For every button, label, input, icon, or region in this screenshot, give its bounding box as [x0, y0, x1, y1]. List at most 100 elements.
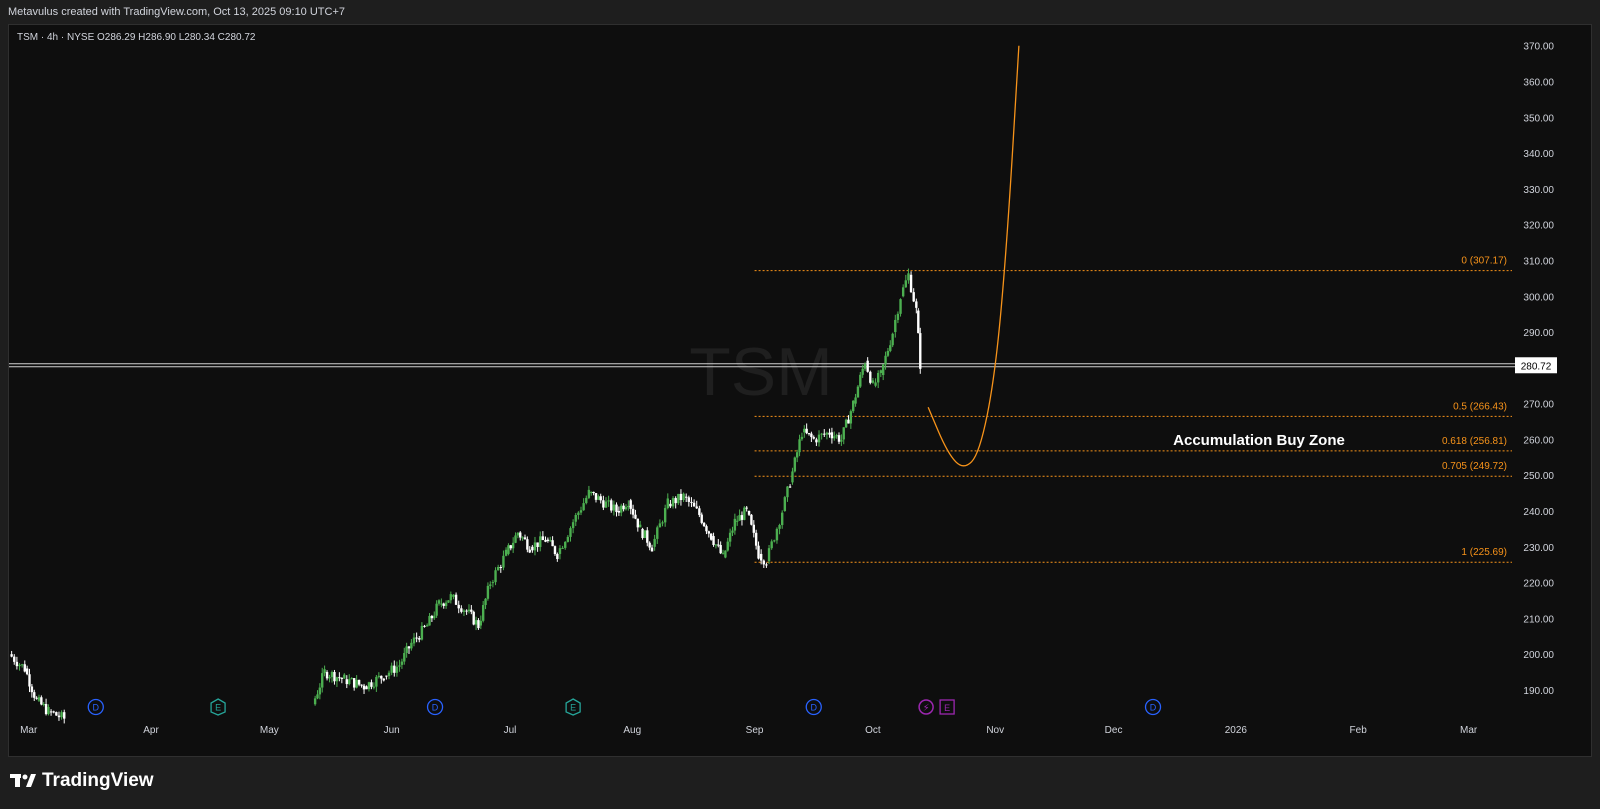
candle-down[interactable]: [636, 518, 640, 528]
candle-up[interactable]: [377, 675, 381, 677]
candle-down[interactable]: [360, 684, 363, 686]
candle-up[interactable]: [894, 319, 897, 333]
candle-up[interactable]: [844, 419, 848, 428]
candle-up[interactable]: [521, 537, 524, 539]
candle-up[interactable]: [638, 524, 642, 528]
candle-down[interactable]: [551, 540, 554, 547]
candle-down[interactable]: [754, 532, 758, 546]
candle-down[interactable]: [63, 712, 66, 719]
candle-up[interactable]: [343, 674, 346, 679]
candle-up[interactable]: [795, 452, 799, 458]
candle-up[interactable]: [731, 530, 734, 533]
candle-up[interactable]: [627, 505, 630, 508]
candle-up[interactable]: [318, 687, 322, 695]
candle-up[interactable]: [791, 471, 794, 483]
candle-down[interactable]: [815, 439, 818, 443]
candle-down[interactable]: [919, 333, 922, 369]
candle-up[interactable]: [335, 677, 339, 682]
candle-down[interactable]: [13, 656, 16, 662]
candle-up[interactable]: [780, 512, 784, 526]
candle-down[interactable]: [30, 686, 34, 693]
candle-down[interactable]: [757, 545, 760, 559]
candle-up[interactable]: [825, 432, 829, 435]
candle-up[interactable]: [656, 527, 659, 539]
candle-down[interactable]: [541, 536, 545, 541]
candle-up[interactable]: [440, 603, 443, 605]
candle-up[interactable]: [474, 620, 478, 625]
candle-up[interactable]: [714, 544, 718, 546]
candle-up[interactable]: [410, 642, 413, 649]
event-markers[interactable]: D E D E D ⚡ E D: [87, 698, 1162, 716]
candle-up[interactable]: [738, 515, 741, 521]
candle-down[interactable]: [44, 704, 48, 715]
candle-up[interactable]: [773, 540, 776, 542]
candle-up[interactable]: [428, 615, 431, 626]
candle-down[interactable]: [418, 638, 421, 640]
candle-up[interactable]: [901, 287, 905, 297]
candle-down[interactable]: [762, 560, 765, 565]
candle-down[interactable]: [669, 503, 672, 507]
candle-up[interactable]: [37, 697, 41, 701]
candle-down[interactable]: [393, 665, 396, 673]
candle-up[interactable]: [489, 584, 492, 586]
candle-down[interactable]: [338, 677, 341, 679]
candle-up[interactable]: [420, 625, 424, 640]
candle-up[interactable]: [390, 665, 393, 673]
candle-down[interactable]: [370, 682, 373, 687]
candle-up[interactable]: [835, 435, 838, 437]
candle-up[interactable]: [842, 427, 845, 440]
candle-down[interactable]: [465, 610, 468, 612]
candle-down[interactable]: [702, 522, 706, 527]
candle-down[interactable]: [430, 615, 434, 619]
candle-up[interactable]: [604, 501, 608, 508]
candle-down[interactable]: [837, 435, 841, 442]
candle-up[interactable]: [582, 503, 585, 511]
candle-up[interactable]: [658, 523, 662, 528]
candle-down[interactable]: [519, 532, 522, 538]
candle-down[interactable]: [499, 567, 502, 569]
candle-up[interactable]: [504, 549, 508, 556]
candle-down[interactable]: [912, 292, 915, 302]
candle-up[interactable]: [467, 609, 471, 612]
candle-up[interactable]: [486, 585, 490, 599]
candle-down[interactable]: [362, 685, 366, 690]
candle-up[interactable]: [817, 434, 821, 443]
time-axis[interactable]: Mar Apr May Jun Jul Aug Sep Oct Nov Dec 2026 Feb Mar: [20, 725, 1478, 736]
candle-up[interactable]: [854, 397, 857, 404]
candle-up[interactable]: [433, 615, 436, 619]
candle-up[interactable]: [502, 555, 505, 568]
candle-down[interactable]: [556, 554, 559, 560]
candle-up[interactable]: [891, 333, 894, 346]
candle-down[interactable]: [695, 506, 698, 509]
candle-down[interactable]: [423, 625, 426, 627]
candle-down[interactable]: [460, 608, 463, 612]
candle-down[interactable]: [325, 672, 329, 679]
candle-up[interactable]: [481, 605, 485, 621]
candle-down[interactable]: [765, 564, 768, 566]
candle-up[interactable]: [849, 411, 853, 424]
candle-down[interactable]: [509, 545, 512, 549]
candle-down[interactable]: [415, 637, 418, 639]
candle-up[interactable]: [435, 603, 438, 616]
fibonacci-retracement[interactable]: 0 (307.17) 0.5 (266.43) 0.618 (256.81) 0.70…: [754, 256, 1512, 563]
candle-up[interactable]: [597, 496, 600, 500]
candle-up[interactable]: [721, 552, 725, 554]
candle-up[interactable]: [879, 370, 883, 373]
candle-down[interactable]: [719, 545, 722, 554]
candle-down[interactable]: [812, 437, 815, 439]
candle-up[interactable]: [372, 686, 376, 688]
candle-up[interactable]: [569, 528, 572, 537]
candle-up[interactable]: [733, 518, 737, 531]
candle-up[interactable]: [726, 541, 729, 551]
candle-down[interactable]: [830, 432, 834, 439]
candle-down[interactable]: [692, 502, 696, 507]
candle-up[interactable]: [566, 536, 570, 542]
candle-up[interactable]: [587, 489, 591, 498]
candle-down[interactable]: [700, 514, 703, 523]
candle-down[interactable]: [828, 432, 831, 435]
candle-up[interactable]: [496, 567, 500, 571]
candle-down[interactable]: [917, 310, 920, 334]
candle-up[interactable]: [736, 520, 739, 522]
candle-down[interactable]: [687, 497, 691, 502]
candle-down[interactable]: [49, 711, 53, 713]
